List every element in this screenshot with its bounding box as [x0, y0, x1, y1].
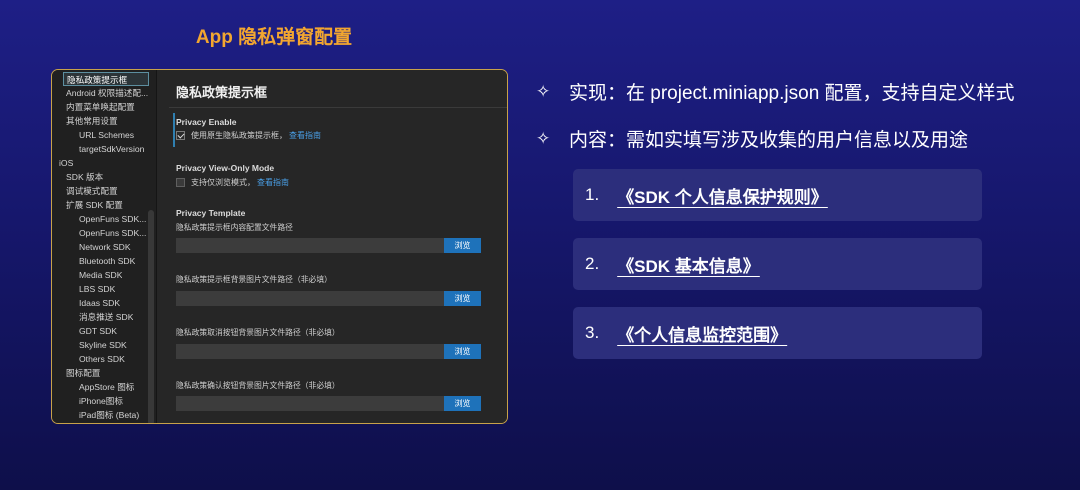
sidebar-item-android-permission[interactable]: Android 权限描述配... — [66, 86, 148, 100]
background-image-path-input[interactable] — [176, 291, 444, 306]
sidebar-item-bluetooth-sdk[interactable]: Bluetooth SDK — [79, 254, 135, 268]
sidebar-item-gdt-sdk[interactable]: GDT SDK — [79, 324, 117, 338]
privacy-enable-label: 使用原生隐私政策提示框， — [191, 131, 287, 140]
four-point-star-icon: ✧ — [536, 81, 551, 101]
sidebar-item-network-sdk[interactable]: Network SDK — [79, 240, 131, 254]
sidebar-item-extension-sdk[interactable]: 扩展 SDK 配置 — [66, 198, 123, 212]
view-only-row: 支持仅浏览模式， 查看指南 — [176, 177, 289, 188]
settings-sidebar: 隐私政策提示框 Android 权限描述配... 内置菜单唤起配置 其他常用设置… — [52, 70, 157, 423]
sidebar-item-openfuns-sdk-2[interactable]: OpenFuns SDK... — [79, 226, 146, 240]
ide-window: 隐私政策提示框 Android 权限描述配... 内置菜单唤起配置 其他常用设置… — [51, 69, 508, 424]
privacy-enable-guide-link[interactable]: 查看指南 — [289, 130, 321, 141]
sidebar-item-iphone-icon[interactable]: iPhone图标 — [79, 394, 123, 408]
link-card-number: 1. — [585, 185, 600, 204]
view-only-checkbox[interactable] — [176, 178, 185, 187]
four-point-star-icon: ✧ — [536, 128, 551, 148]
monitoring-scope-link[interactable]: 《个人信息监控范围》 — [617, 321, 787, 346]
privacy-template-heading: Privacy Template — [176, 208, 246, 218]
cancel-button-image-path-input[interactable] — [176, 344, 444, 359]
sidebar-item-others-sdk[interactable]: Others SDK — [79, 352, 125, 366]
page-title: 隐私政策提示框 — [176, 85, 268, 100]
cancel-button-image-path-label: 隐私政策取消按钮背景图片文件路径（非必填） — [176, 328, 340, 337]
sidebar-item-skyline-sdk[interactable]: Skyline SDK — [79, 338, 127, 352]
link-card-number: 2. — [585, 254, 600, 273]
content-config-path-label: 隐私政策提示框内容配置文件路径 — [176, 223, 293, 232]
sidebar-item-idaas-sdk[interactable]: Idaas SDK — [79, 296, 120, 310]
sidebar-item-icon-config[interactable]: 图标配置 — [66, 366, 100, 380]
bullet-content-text: 内容：需如实填写涉及收集的用户信息以及用途 — [569, 130, 969, 151]
sidebar-item-openfuns-sdk-1[interactable]: OpenFuns SDK... — [79, 212, 146, 226]
link-card-sdk-protection-rules: 1. 《SDK 个人信息保护规则》 — [573, 169, 982, 221]
background-image-path-label: 隐私政策提示框背景图片文件路径（非必填） — [176, 275, 332, 284]
confirm-button-image-browse-button[interactable]: 浏览 — [444, 396, 481, 411]
sidebar-item-media-sdk[interactable]: Media SDK — [79, 268, 122, 282]
privacy-enable-row: 使用原生隐私政策提示框， 查看指南 — [176, 130, 321, 141]
sdk-protection-rules-link[interactable]: 《SDK 个人信息保护规则》 — [617, 183, 828, 208]
link-card-number: 3. — [585, 323, 600, 342]
sidebar-item-builtin-menu[interactable]: 内置菜单唤起配置 — [66, 100, 135, 114]
sidebar-group-ios[interactable]: iOS — [59, 156, 73, 170]
sidebar-item-url-schemes[interactable]: URL Schemes — [79, 128, 134, 142]
sidebar-item-privacy-dialog[interactable]: 隐私政策提示框 — [63, 72, 149, 86]
background-image-browse-button[interactable]: 浏览 — [444, 291, 481, 306]
privacy-enable-heading: Privacy Enable — [176, 117, 237, 127]
view-only-heading: Privacy View-Only Mode — [176, 163, 275, 173]
settings-content: 隐私政策提示框 Privacy Enable 使用原生隐私政策提示框， 查看指南… — [157, 70, 507, 423]
sidebar-item-ipad-icon[interactable]: iPad图标 (Beta) — [79, 408, 139, 422]
bullet-content: ✧ 内容：需如实填写涉及收集的用户信息以及用途 — [536, 125, 968, 152]
sidebar-item-sdk-version[interactable]: SDK 版本 — [66, 170, 103, 184]
bullet-implementation-text: 实现：在 project.miniapp.json 配置，支持自定义样式 — [569, 83, 1015, 104]
sidebar-item-appstore-icon[interactable]: AppStore 图标 — [79, 380, 134, 394]
sidebar-item-common-settings[interactable]: 其他常用设置 — [66, 114, 118, 128]
slide-title: App 隐私弹窗配置 — [195, 27, 353, 48]
sidebar-item-target-sdk-version[interactable]: targetSdkVersion — [79, 142, 144, 156]
confirm-button-image-path-input[interactable] — [176, 396, 444, 411]
confirm-button-image-path-label: 隐私政策确认按钮背景图片文件路径（非必填） — [176, 381, 340, 390]
view-only-label: 支持仅浏览模式， — [191, 178, 255, 187]
sidebar-item-push-sdk[interactable]: 消息推送 SDK — [79, 310, 133, 324]
link-card-monitoring-scope: 3. 《个人信息监控范围》 — [573, 307, 982, 359]
link-card-sdk-basic-info: 2. 《SDK 基本信息》 — [573, 238, 982, 290]
content-config-browse-button[interactable]: 浏览 — [444, 238, 481, 253]
sidebar-item-debug-mode[interactable]: 调试模式配置 — [66, 184, 118, 198]
privacy-enable-checkbox[interactable] — [176, 131, 185, 140]
title-divider — [169, 107, 507, 108]
sdk-basic-info-link[interactable]: 《SDK 基本信息》 — [617, 252, 760, 277]
cancel-button-image-browse-button[interactable]: 浏览 — [444, 344, 481, 359]
focus-indicator — [173, 113, 175, 147]
sidebar-scrollbar[interactable] — [148, 210, 154, 423]
sidebar-item-lbs-sdk[interactable]: LBS SDK — [79, 282, 115, 296]
bullet-implementation: ✧ 实现：在 project.miniapp.json 配置，支持自定义样式 — [536, 78, 1015, 105]
view-only-guide-link[interactable]: 查看指南 — [257, 177, 289, 188]
content-config-path-input[interactable] — [176, 238, 444, 253]
